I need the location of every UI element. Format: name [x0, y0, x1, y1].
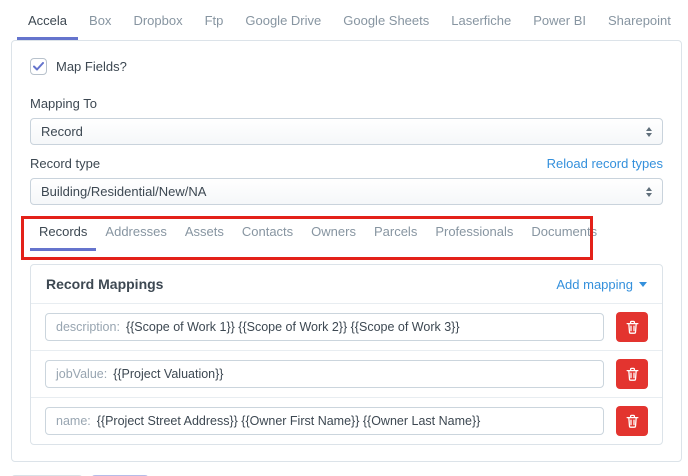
tab-documents[interactable]: Documents	[522, 224, 606, 251]
tab-owners[interactable]: Owners	[302, 224, 365, 251]
tab-laserfiche[interactable]: Laserfiche	[440, 13, 522, 40]
mapping-row-jobvalue: jobValue: {{Project Valuation}}	[31, 350, 662, 397]
mapping-field-value: {{Scope of Work 1}} {{Scope of Work 2}} …	[125, 320, 460, 334]
checkmark-icon	[33, 62, 44, 71]
reload-record-types-link[interactable]: Reload record types	[547, 156, 663, 171]
delete-mapping-button[interactable]	[616, 359, 648, 389]
mapping-field-name: name:	[56, 414, 91, 428]
delete-mapping-button[interactable]	[616, 312, 648, 342]
record-mappings-header: Record Mappings Add mapping	[31, 265, 662, 304]
tab-google-sheets[interactable]: Google Sheets	[332, 13, 440, 40]
select-stepper-icon	[646, 126, 652, 137]
tab-sharepoint[interactable]: Sharepoint	[597, 13, 682, 40]
trash-icon	[626, 320, 638, 334]
integration-tab-bar: Accela Box Dropbox Ftp Google Drive Goog…	[0, 0, 688, 40]
delete-mapping-button[interactable]	[616, 406, 648, 436]
tab-google-drive[interactable]: Google Drive	[234, 13, 332, 40]
map-fields-row: Map Fields?	[30, 58, 663, 75]
map-fields-checkbox[interactable]	[30, 58, 47, 75]
trash-icon	[626, 414, 638, 428]
tab-box[interactable]: Box	[78, 13, 122, 40]
trash-icon	[626, 367, 638, 381]
tab-power-bi[interactable]: Power BI	[522, 13, 597, 40]
mapping-input-name[interactable]: name: {{Project Street Address}} {{Owner…	[45, 407, 604, 435]
mapping-field-value: {{Project Street Address}} {{Owner First…	[96, 414, 481, 428]
mapping-to-select[interactable]: Record	[30, 118, 663, 145]
record-type-select[interactable]: Building/Residential/New/NA	[30, 178, 663, 205]
chevron-down-icon	[639, 281, 647, 287]
mapping-input-description[interactable]: description: {{Scope of Work 1}} {{Scope…	[45, 313, 604, 341]
tab-accela[interactable]: Accela	[17, 13, 79, 40]
tab-dropbox[interactable]: Dropbox	[122, 13, 193, 40]
mapping-row-description: description: {{Scope of Work 1}} {{Scope…	[31, 304, 662, 350]
record-type-row: Record type Reload record types	[30, 156, 663, 171]
map-fields-label: Map Fields?	[56, 59, 127, 74]
mapping-to-label: Mapping To	[30, 96, 97, 111]
mapping-row-name: name: {{Project Street Address}} {{Owner…	[31, 397, 662, 444]
record-mappings-title: Record Mappings	[46, 276, 164, 292]
tab-contacts[interactable]: Contacts	[233, 224, 302, 251]
select-stepper-icon	[646, 186, 652, 197]
mapping-field-name: description:	[56, 320, 120, 334]
record-type-value: Building/Residential/New/NA	[41, 184, 207, 199]
record-mappings-card: Record Mappings Add mapping description:…	[30, 264, 663, 445]
accela-settings-panel: Map Fields? Mapping To Record Record typ…	[11, 40, 682, 462]
tab-assets[interactable]: Assets	[176, 224, 233, 251]
add-mapping-button[interactable]: Add mapping	[556, 277, 647, 292]
add-mapping-label: Add mapping	[556, 276, 633, 292]
record-type-label: Record type	[30, 156, 101, 171]
tab-addresses[interactable]: Addresses	[96, 224, 175, 251]
mapping-tab-bar: Records Addresses Assets Contacts Owners…	[21, 216, 663, 260]
tab-parcels[interactable]: Parcels	[365, 224, 426, 251]
mapping-input-jobvalue[interactable]: jobValue: {{Project Valuation}}	[45, 360, 604, 388]
tab-records[interactable]: Records	[30, 224, 97, 251]
mapping-field-name: jobValue:	[56, 367, 108, 381]
tab-professionals[interactable]: Professionals	[426, 224, 522, 251]
mapping-to-value: Record	[41, 124, 83, 139]
tab-ftp[interactable]: Ftp	[194, 13, 235, 40]
mapping-field-value: {{Project Valuation}}	[113, 367, 224, 381]
